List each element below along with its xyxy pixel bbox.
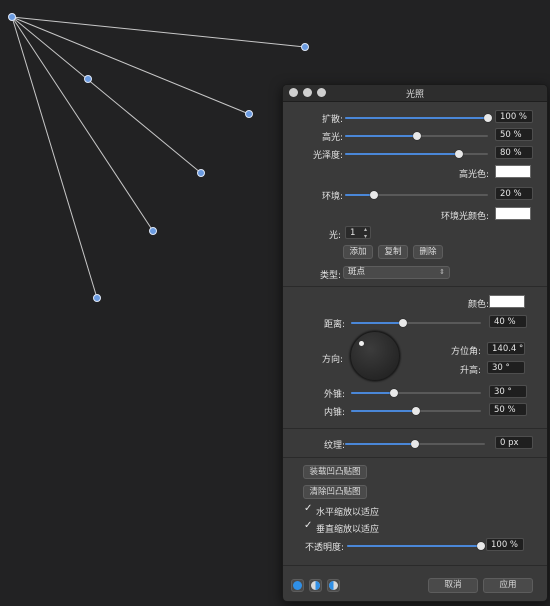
compare-sphere-icon (329, 581, 338, 590)
inner-cone-label: 内锥: (323, 408, 345, 418)
inner-cone-slider[interactable] (351, 407, 481, 415)
light-color-label: 颜色: (467, 300, 489, 310)
type-label: 类型: (319, 271, 341, 281)
light-handle[interactable] (149, 227, 157, 235)
load-bump-map-button[interactable]: 装载凹凸贴图 (303, 465, 367, 479)
light-color-swatch[interactable] (489, 295, 525, 308)
light-origin-handle[interactable] (8, 13, 16, 21)
diffusion-field[interactable]: 100 % (495, 110, 533, 123)
outer-cone-field[interactable]: 30 ° (489, 385, 527, 398)
bump-map-section (283, 457, 547, 458)
scale-vertical-checkbox[interactable]: ✓ (304, 520, 312, 531)
light-line (11, 16, 306, 48)
half-sphere-icon (311, 581, 320, 590)
light-line (11, 16, 98, 299)
stepper-arrows-icon[interactable]: ▴ ▾ (364, 226, 367, 240)
direction-dial-handle[interactable] (359, 341, 364, 346)
distance-field[interactable]: 40 % (489, 315, 527, 328)
elevation-label: 升高: (459, 366, 481, 376)
specular-slider[interactable] (345, 132, 488, 140)
scale-vertical-label: 垂直缩放以适应 (316, 525, 380, 535)
specular-slider-knob[interactable] (412, 132, 421, 140)
texture-section (283, 428, 547, 429)
footer-section (283, 565, 547, 566)
light-index-stepper[interactable]: 1 ▴ ▾ (345, 226, 371, 240)
light-handle[interactable] (93, 294, 101, 302)
azimuth-field[interactable]: 140.4 ° (487, 342, 525, 355)
add-light-button[interactable]: 添加 (343, 245, 373, 259)
light-handle[interactable] (245, 110, 253, 118)
shininess-field[interactable]: 80 % (495, 146, 533, 159)
delete-light-button[interactable]: 删除 (413, 245, 443, 259)
inner-cone-field[interactable]: 50 % (489, 403, 527, 416)
opacity-label: 不透明度: (305, 543, 345, 553)
ambient-color-swatch[interactable] (495, 207, 531, 220)
opacity-slider[interactable] (347, 542, 485, 550)
shininess-label: 光泽度: (312, 151, 343, 161)
title-bar[interactable]: 光照 (283, 85, 547, 102)
shininess-slider-knob[interactable] (455, 150, 464, 158)
inner-cone-slider-knob[interactable] (412, 407, 420, 415)
specular-color-label: 高光色: (458, 170, 489, 180)
select-arrows-icon: ⇕ (439, 268, 445, 276)
preview-sphere-icon-button[interactable] (291, 579, 304, 592)
preview-split-icon-button[interactable] (309, 579, 322, 592)
outer-cone-slider[interactable] (351, 389, 481, 397)
light-line (11, 16, 250, 115)
texture-slider[interactable] (345, 440, 485, 448)
copy-light-button[interactable]: 复制 (378, 245, 408, 259)
light-handle[interactable] (301, 43, 309, 51)
shininess-slider[interactable] (345, 150, 488, 158)
ambient-slider[interactable] (345, 191, 488, 199)
texture-field[interactable]: 0 px (495, 436, 533, 449)
lighting-panel: 光照 扩散: 100 % 高光: 50 % 光泽度: 80 % 高光色: 环境:… (282, 84, 548, 602)
elevation-field[interactable]: 30 ° (487, 361, 525, 374)
ambient-label: 环境: (321, 192, 343, 202)
outer-cone-slider-knob[interactable] (389, 389, 398, 397)
opacity-slider-knob[interactable] (477, 542, 485, 550)
scale-horizontal-checkbox[interactable]: ✓ (304, 503, 312, 514)
texture-label: 纹理: (323, 441, 345, 451)
cancel-button[interactable]: 取消 (428, 578, 478, 593)
specular-color-swatch[interactable] (495, 165, 531, 178)
distance-label: 距离: (323, 320, 345, 330)
light-type-select[interactable]: 斑点 ⇕ (343, 266, 450, 279)
opacity-field[interactable]: 100 % (486, 538, 524, 551)
distance-slider-knob[interactable] (399, 319, 407, 327)
light-handle[interactable] (197, 169, 205, 177)
azimuth-label: 方位角: (450, 347, 481, 357)
light-handle[interactable] (84, 75, 92, 83)
clear-bump-map-button[interactable]: 清除凹凸贴图 (303, 485, 367, 499)
apply-button[interactable]: 应用 (483, 578, 533, 593)
diffusion-slider-knob[interactable] (484, 114, 492, 122)
light-line (11, 16, 202, 174)
direction-label: 方向: (321, 355, 343, 365)
direction-dial[interactable] (350, 331, 400, 381)
specular-label: 高光: (321, 133, 343, 143)
preview-compare-icon-button[interactable] (327, 579, 340, 592)
diffusion-label: 扩散: (321, 115, 343, 125)
light-index-value: 1 (350, 228, 356, 238)
panel-title: 光照 (405, 90, 424, 100)
ambient-field[interactable]: 20 % (495, 187, 533, 200)
ambient-color-label: 环境光颜色: (440, 212, 489, 222)
light-label: 光: (328, 231, 341, 241)
texture-slider-knob[interactable] (411, 440, 419, 448)
light-line (11, 16, 154, 232)
outer-cone-label: 外锥: (323, 390, 345, 400)
specular-field[interactable]: 50 % (495, 128, 533, 141)
diffusion-slider[interactable] (345, 114, 492, 122)
ambient-slider-knob[interactable] (369, 191, 378, 199)
scale-horizontal-label: 水平缩放以适应 (316, 508, 380, 518)
sphere-icon (293, 581, 302, 590)
distance-slider[interactable] (351, 319, 481, 327)
light-type-value: 斑点 (348, 267, 366, 277)
